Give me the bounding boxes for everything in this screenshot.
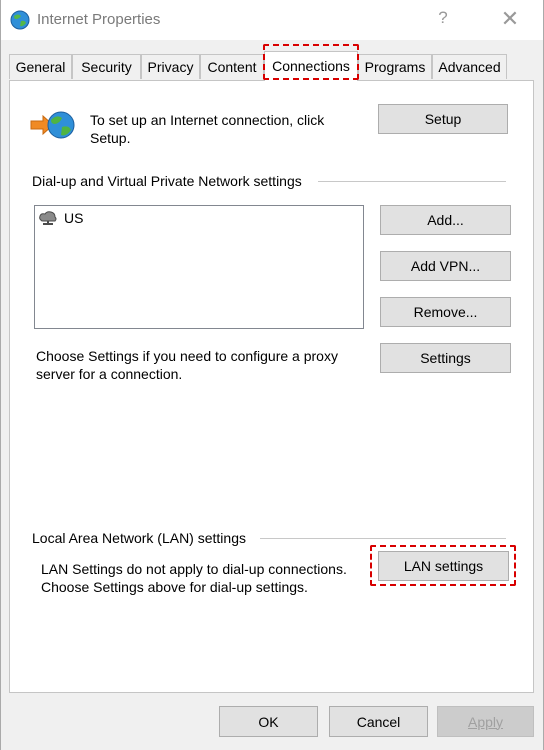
tab-general[interactable]: General — [9, 54, 72, 79]
tab-privacy[interactable]: Privacy — [141, 54, 200, 79]
lan-group-label: Local Area Network (LAN) settings — [32, 530, 246, 546]
vpn-group-divider — [318, 181, 506, 182]
remove-button[interactable]: Remove... — [380, 297, 511, 327]
help-button[interactable]: ? — [433, 8, 453, 28]
tab-advanced[interactable]: Advanced — [432, 54, 507, 79]
connections-tab-highlight — [263, 44, 359, 80]
window-title: Internet Properties — [37, 11, 161, 28]
tab-security[interactable]: Security — [72, 54, 141, 79]
apply-button[interactable]: Apply — [437, 706, 534, 737]
list-item[interactable]: US — [38, 209, 83, 227]
cancel-button[interactable]: Cancel — [329, 706, 428, 737]
setup-button[interactable]: Setup — [378, 104, 508, 134]
vpn-group-label: Dial-up and Virtual Private Network sett… — [32, 173, 302, 189]
lan-group-divider — [260, 538, 506, 539]
title-bar: Internet Properties ? ✕ — [1, 0, 543, 40]
internet-setup-icon — [30, 111, 75, 139]
connection-name: US — [64, 210, 84, 226]
internet-properties-window: Internet Properties ? ✕ General Security… — [0, 0, 544, 750]
setup-description: To set up an Internet connection, click … — [90, 112, 325, 146]
connection-list[interactable]: US — [34, 205, 364, 329]
close-button[interactable]: ✕ — [497, 6, 523, 32]
add-vpn-button[interactable]: Add VPN... — [380, 251, 511, 281]
settings-button[interactable]: Settings — [380, 343, 511, 373]
lan-description: LAN Settings do not apply to dial-up con… — [41, 561, 347, 595]
tab-programs[interactable]: Programs — [358, 54, 432, 79]
connections-panel: To set up an Internet connection, click … — [9, 80, 534, 693]
proxy-description: Choose Settings if you need to configure… — [36, 348, 338, 382]
lan-settings-highlight — [370, 545, 516, 586]
internet-globe-icon — [10, 10, 30, 30]
tab-content[interactable]: Content — [200, 54, 264, 79]
ok-button[interactable]: OK — [219, 706, 318, 737]
add-button[interactable]: Add... — [380, 205, 511, 235]
network-connection-icon — [39, 211, 57, 225]
